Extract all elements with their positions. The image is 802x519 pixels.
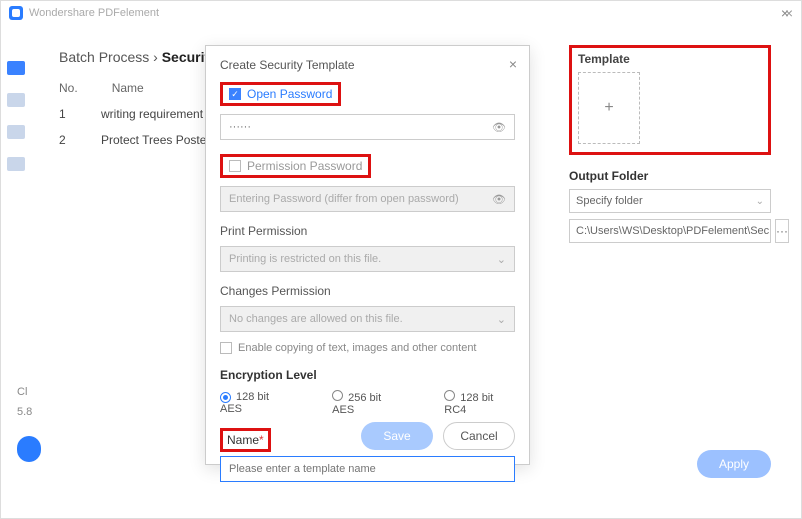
- rail-item-3[interactable]: [7, 125, 25, 139]
- permission-password-input: Entering Password (differ from open pass…: [220, 186, 515, 212]
- cancel-button[interactable]: Cancel: [443, 422, 515, 450]
- rail-item-1[interactable]: [7, 61, 25, 75]
- name-label-highlight: Name*: [220, 428, 271, 452]
- breadcrumb: Batch Process › Security: [59, 49, 217, 65]
- changes-permission-select: No changes are allowed on this file. ⌄: [220, 306, 515, 332]
- print-permission-value: Printing is restricted on this file.: [229, 253, 381, 265]
- rail-item-4[interactable]: [7, 157, 25, 171]
- changes-permission-label: Changes Permission: [220, 284, 515, 298]
- row-no: 1: [59, 107, 73, 121]
- changes-permission-value: No changes are allowed on this file.: [229, 313, 403, 325]
- chevron-down-icon: ⌄: [497, 313, 506, 326]
- output-folder-label: Output Folder: [569, 169, 771, 183]
- permission-password-placeholder: Entering Password (differ from open pass…: [229, 193, 459, 205]
- enable-copying-label: Enable copying of text, images and other…: [238, 342, 477, 354]
- permission-password-checkbox[interactable]: [229, 160, 241, 172]
- open-password-label: Open Password: [247, 87, 332, 101]
- apply-button[interactable]: Apply: [697, 450, 771, 478]
- output-path-field[interactable]: C:\Users\WS\Desktop\PDFelement\Sec: [569, 219, 771, 243]
- open-password-value: ······: [229, 121, 251, 133]
- browse-button[interactable]: ···: [775, 219, 789, 243]
- side-meta-b: 5.8: [17, 406, 32, 418]
- permission-password-label: Permission Password: [247, 159, 362, 173]
- enc-option-256aes[interactable]: 256 bit AES: [332, 390, 402, 416]
- col-no: No.: [59, 81, 78, 95]
- dialog-close-icon[interactable]: ×: [509, 56, 517, 72]
- table-header: No. Name: [59, 81, 144, 95]
- output-folder-select[interactable]: Specify folder ⌄: [569, 189, 771, 213]
- eye-icon: 👁: [492, 193, 506, 206]
- output-path-value: C:\Users\WS\Desktop\PDFelement\Sec: [576, 225, 769, 237]
- template-title: Template: [578, 52, 762, 66]
- encryption-level-title: Encryption Level: [220, 368, 515, 382]
- eye-icon[interactable]: 👁: [492, 121, 506, 134]
- radio-icon: [444, 390, 455, 401]
- template-name-input[interactable]: [220, 456, 515, 482]
- chevron-down-icon: ⌄: [497, 253, 506, 266]
- enc-option-128rc4[interactable]: 128 bit RC4: [444, 390, 515, 416]
- permission-password-highlight: Permission Password: [220, 154, 371, 178]
- breadcrumb-sep: ›: [153, 49, 158, 65]
- save-button[interactable]: Save: [361, 422, 433, 450]
- enc-option-128aes[interactable]: 128 bit AES: [220, 391, 290, 415]
- rail-item-2[interactable]: [7, 93, 25, 107]
- open-password-checkbox[interactable]: ✓: [229, 88, 241, 100]
- breadcrumb-root[interactable]: Batch Process: [59, 49, 149, 65]
- app-logo: [9, 6, 23, 20]
- radio-icon: [220, 392, 231, 403]
- side-meta-a: Cl: [17, 386, 27, 398]
- template-section-highlight: Template +: [569, 45, 771, 155]
- outer-close-icon[interactable]: ×: [785, 5, 793, 21]
- enable-copying-checkbox: [220, 342, 232, 354]
- chevron-down-icon: ⌄: [756, 196, 764, 207]
- dialog-title: Create Security Template: [220, 58, 515, 72]
- app-title: Wondershare PDFelement: [29, 7, 159, 19]
- print-permission-label: Print Permission: [220, 224, 515, 238]
- open-password-highlight: ✓ Open Password: [220, 82, 341, 106]
- left-rail: [1, 35, 31, 171]
- radio-icon: [332, 390, 343, 401]
- col-name: Name: [112, 81, 144, 95]
- row-no: 2: [59, 133, 73, 147]
- open-password-input[interactable]: ······ 👁: [220, 114, 515, 140]
- name-label: Name*: [227, 433, 264, 447]
- add-template-button[interactable]: +: [578, 72, 640, 144]
- output-folder-value: Specify folder: [576, 195, 643, 207]
- create-security-template-dialog: Create Security Template × ✓ Open Passwo…: [205, 45, 530, 465]
- primary-pill[interactable]: [17, 436, 41, 462]
- print-permission-select: Printing is restricted on this file. ⌄: [220, 246, 515, 272]
